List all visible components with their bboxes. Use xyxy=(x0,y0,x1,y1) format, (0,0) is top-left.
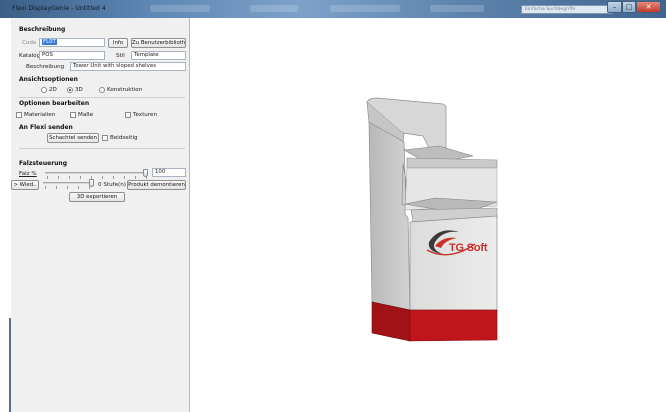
3d-viewport[interactable]: TG Soft xyxy=(191,18,666,412)
view-konstruktion-radio[interactable] xyxy=(99,87,105,93)
view-3d-radio[interactable] xyxy=(67,87,73,93)
export-3d-button[interactable]: 3D exportieren xyxy=(69,192,125,202)
stufe-slider-track[interactable] xyxy=(43,182,93,184)
section-ansichtsoptionen: Ansichtsoptionen xyxy=(19,76,78,83)
add-to-library-button[interactable]: Zu Benutzerbibliothe.. xyxy=(131,38,186,48)
divider xyxy=(19,148,185,149)
section-optionen-bearbeiten: Optionen bearbeiten xyxy=(19,100,90,107)
divider xyxy=(19,97,185,98)
katalog-input[interactable]: POS xyxy=(39,51,105,60)
title-bar-decoration xyxy=(430,5,484,12)
falz-slider-track[interactable] xyxy=(45,172,147,174)
stufe-slider-thumb[interactable] xyxy=(89,179,94,187)
beschreibung-input[interactable]: Tower Unit with sloped shelves xyxy=(70,62,186,71)
falz-percent-label: Falz % xyxy=(19,171,37,177)
maximize-button[interactable]: □ xyxy=(622,1,636,13)
info-button[interactable]: Info xyxy=(108,38,128,48)
title-bar-decoration xyxy=(150,5,210,12)
view-2d-label: 2D xyxy=(49,87,57,93)
falz-slider-thumb[interactable] xyxy=(143,169,148,177)
masse-checkbox[interactable] xyxy=(70,112,76,118)
wied-button[interactable]: > Wied.. xyxy=(11,180,39,190)
section-an-flexi-senden: An Flexi senden xyxy=(19,124,73,131)
disassemble-product-button[interactable]: Produkt demontieren xyxy=(127,180,186,190)
stil-input[interactable]: Template xyxy=(131,51,186,60)
beidseitig-checkbox[interactable] xyxy=(102,135,108,141)
title-bar: Flexi DisplayGenie - Untitled 4 Einfache… xyxy=(0,0,666,18)
falz-slider-ticks xyxy=(47,176,147,179)
beidseitig-label: Beidseitig xyxy=(110,135,138,141)
search-input[interactable]: Einfache Suchbegriffe xyxy=(521,5,613,14)
falz-percent-input[interactable]: 100 xyxy=(152,168,186,177)
front-panel xyxy=(409,215,498,311)
texturen-checkbox[interactable] xyxy=(125,112,131,118)
logo-text: TG Soft xyxy=(449,242,488,254)
stufe-label: 0 Stufe(n) xyxy=(98,182,126,188)
masse-label: Maße xyxy=(78,112,94,118)
code-value: FL0T xyxy=(42,39,57,45)
upper-shelf-front xyxy=(406,157,498,169)
stufe-slider-ticks xyxy=(45,186,93,189)
view-konstruktion-label: Konstruktion xyxy=(107,87,143,93)
code-input[interactable]: FL0T xyxy=(39,38,105,47)
minimize-button[interactable]: – xyxy=(607,1,622,13)
texturen-label: Texturen xyxy=(133,112,158,118)
view-2d-radio[interactable] xyxy=(41,87,47,93)
window-controls: – □ ✕ xyxy=(607,1,661,13)
close-button[interactable]: ✕ xyxy=(636,1,661,13)
section-falzsteuerung: Falzsteuerung xyxy=(19,160,67,167)
code-label: Code xyxy=(22,40,37,46)
window-title: Flexi DisplayGenie - Untitled 4 xyxy=(12,5,106,12)
options-panel: Beschreibung Code FL0T Info Zu Benutzerb… xyxy=(11,18,190,412)
materialien-checkbox[interactable] xyxy=(16,112,22,118)
send-box-button[interactable]: Schachtel senden xyxy=(47,133,99,143)
beschreibung-label: Beschreibung xyxy=(26,64,65,70)
tower-display-model xyxy=(366,97,498,342)
base-front xyxy=(409,309,498,342)
katalog-label: Katalog xyxy=(19,53,41,59)
title-bar-decoration xyxy=(250,5,298,12)
materialien-label: Materialien xyxy=(24,112,56,118)
title-bar-decoration xyxy=(330,5,400,12)
section-beschreibung: Beschreibung xyxy=(19,26,66,33)
view-3d-label: 3D xyxy=(75,87,83,93)
stil-label: Stil xyxy=(116,53,125,59)
